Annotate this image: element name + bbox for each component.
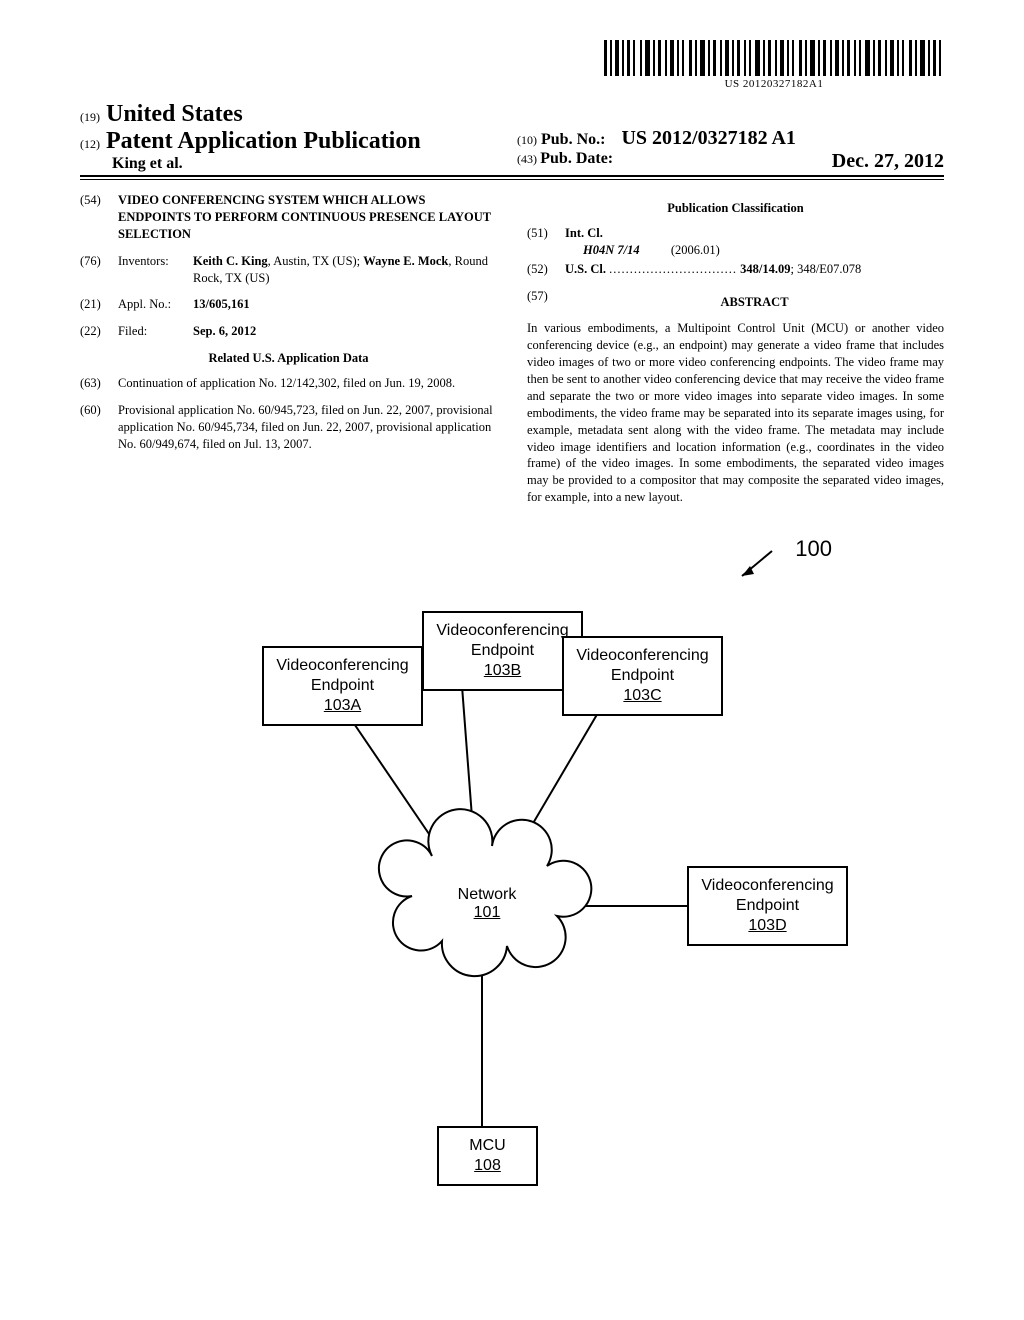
header-left: (19) United States (12) Patent Applicati… <box>80 101 507 173</box>
applno-row: (21) Appl. No.: 13/605,161 <box>80 296 497 313</box>
pubno-line: (10) Pub. No.: US 2012/0327182 A1 <box>517 127 944 150</box>
country-prefix: (19) <box>80 110 100 124</box>
uscl-value-bold: 348/14.09 <box>740 262 790 276</box>
barcode-number: US 20120327182A1 <box>604 78 944 90</box>
prov-code: (60) <box>80 402 118 453</box>
inventors-value: Keith C. King, Austin, TX (US); Wayne E.… <box>193 253 497 287</box>
abstract-text: In various embodiments, a Multipoint Con… <box>527 320 944 506</box>
abstract-heading-row: (57) ABSTRACT <box>527 288 944 317</box>
figure-ref-100: 100 <box>795 536 832 562</box>
box-c-l2: Endpoint <box>611 667 674 684</box>
divider <box>80 179 944 180</box>
figure-area: 100 Videoconferencing Endpoint 103A Vide… <box>162 536 862 1236</box>
box-a-l2: Endpoint <box>311 677 374 694</box>
box-d-l2: Endpoint <box>736 897 799 914</box>
author-line: King et al. <box>80 155 507 173</box>
left-column: (54) VIDEO CONFERENCING SYSTEM WHICH ALL… <box>80 192 497 506</box>
mcu-ref: 108 <box>445 1156 530 1176</box>
provisional-row: (60) Provisional application No. 60/945,… <box>80 402 497 453</box>
barcode-svg <box>604 40 944 76</box>
box-c-l1: Videoconferencing <box>576 647 708 664</box>
barcode-area: US 20120327182A1 <box>80 40 944 91</box>
title-text: VIDEO CONFERENCING SYSTEM WHICH ALLOWS E… <box>118 192 497 243</box>
intcl-date: (2006.01) <box>671 243 720 257</box>
right-column: Publication Classification (51) Int. Cl.… <box>527 192 944 506</box>
intcl-label: Int. Cl. <box>565 226 603 240</box>
figure-box-mcu: MCU 108 <box>437 1126 538 1186</box>
net-l1: Network <box>458 886 517 903</box>
box-b-l1: Videoconferencing <box>436 622 568 639</box>
applno-label: Appl. No.: <box>118 296 193 313</box>
uscl-label: U.S. Cl. <box>565 262 606 276</box>
intcl-row: (51) Int. Cl. H04N 7/14 (2006.01) <box>527 225 944 259</box>
pubno-value: US 2012/0327182 A1 <box>621 127 795 149</box>
pubdate-line: (43) Pub. Date: Dec. 27, 2012 <box>517 150 944 168</box>
pubdate-label: Pub. Date: <box>540 150 613 167</box>
box-b-l2: Endpoint <box>471 642 534 659</box>
intcl-code: (51) <box>527 225 565 259</box>
pubdate-value: Dec. 27, 2012 <box>832 150 944 173</box>
filed-row: (22) Filed: Sep. 6, 2012 <box>80 323 497 340</box>
figure-box-103d: Videoconferencing Endpoint 103D <box>687 866 848 946</box>
barcode: US 20120327182A1 <box>604 40 944 90</box>
cont-code: (63) <box>80 375 118 392</box>
arrow-icon <box>732 546 782 586</box>
prov-text: Provisional application No. 60/945,723, … <box>118 402 497 453</box>
box-a-l1: Videoconferencing <box>276 657 408 674</box>
box-d-ref: 103D <box>695 916 840 936</box>
figure-box-103b: Videoconferencing Endpoint 103B <box>422 611 583 691</box>
uscl-code: (52) <box>527 261 565 278</box>
related-heading: Related U.S. Application Data <box>80 350 497 367</box>
cont-text: Continuation of application No. 12/142,3… <box>118 375 497 392</box>
title-code: (54) <box>80 192 118 243</box>
filed-label: Filed: <box>118 323 193 340</box>
country-line: (19) United States <box>80 101 507 128</box>
inventors-row: (76) Inventors: Keith C. King, Austin, T… <box>80 253 497 287</box>
uscl-value-rest: ; 348/E07.078 <box>790 262 861 276</box>
box-b-ref: 103B <box>430 661 575 681</box>
abstract-heading: ABSTRACT <box>565 294 944 311</box>
net-ref: 101 <box>452 904 522 922</box>
body-columns: (54) VIDEO CONFERENCING SYSTEM WHICH ALL… <box>80 192 944 506</box>
inventors-label: Inventors: <box>118 253 193 287</box>
box-a-ref: 103A <box>270 696 415 716</box>
country: United States <box>106 101 243 127</box>
pubno-label: Pub. No.: <box>541 131 605 148</box>
intcl-class: H04N 7/14 <box>565 243 640 257</box>
pub-prefix: (12) <box>80 137 100 151</box>
pubclass-heading: Publication Classification <box>527 200 944 217</box>
uscl-row: (52) U.S. Cl. ..........................… <box>527 261 944 278</box>
dots: ............................... <box>609 262 737 276</box>
inventor-2: Wayne E. Mock <box>363 254 448 268</box>
filed-code: (22) <box>80 323 118 340</box>
header-row: (19) United States (12) Patent Applicati… <box>80 101 944 177</box>
header-right: (10) Pub. No.: US 2012/0327182 A1 (43) P… <box>507 127 944 173</box>
inventor-1: Keith C. King <box>193 254 268 268</box>
inventors-code: (76) <box>80 253 118 287</box>
pub-type: Patent Application Publication <box>106 128 421 154</box>
pubno-prefix: (10) <box>517 133 537 147</box>
pubdate-prefix: (43) <box>517 152 537 166</box>
filed-value: Sep. 6, 2012 <box>193 324 256 338</box>
applno-code: (21) <box>80 296 118 313</box>
uscl-body: U.S. Cl. ...............................… <box>565 261 944 278</box>
box-c-ref: 103C <box>570 686 715 706</box>
mcu-l1: MCU <box>469 1137 505 1154</box>
continuation-row: (63) Continuation of application No. 12/… <box>80 375 497 392</box>
pub-type-line: (12) Patent Application Publication <box>80 128 507 155</box>
figure-box-103c: Videoconferencing Endpoint 103C <box>562 636 723 716</box>
title-row: (54) VIDEO CONFERENCING SYSTEM WHICH ALL… <box>80 192 497 243</box>
abstract-code: (57) <box>527 288 565 317</box>
box-d-l1: Videoconferencing <box>701 877 833 894</box>
applno-value: 13/605,161 <box>193 297 250 311</box>
figure-network-label: Network 101 <box>452 886 522 922</box>
figure-box-103a: Videoconferencing Endpoint 103A <box>262 646 423 726</box>
